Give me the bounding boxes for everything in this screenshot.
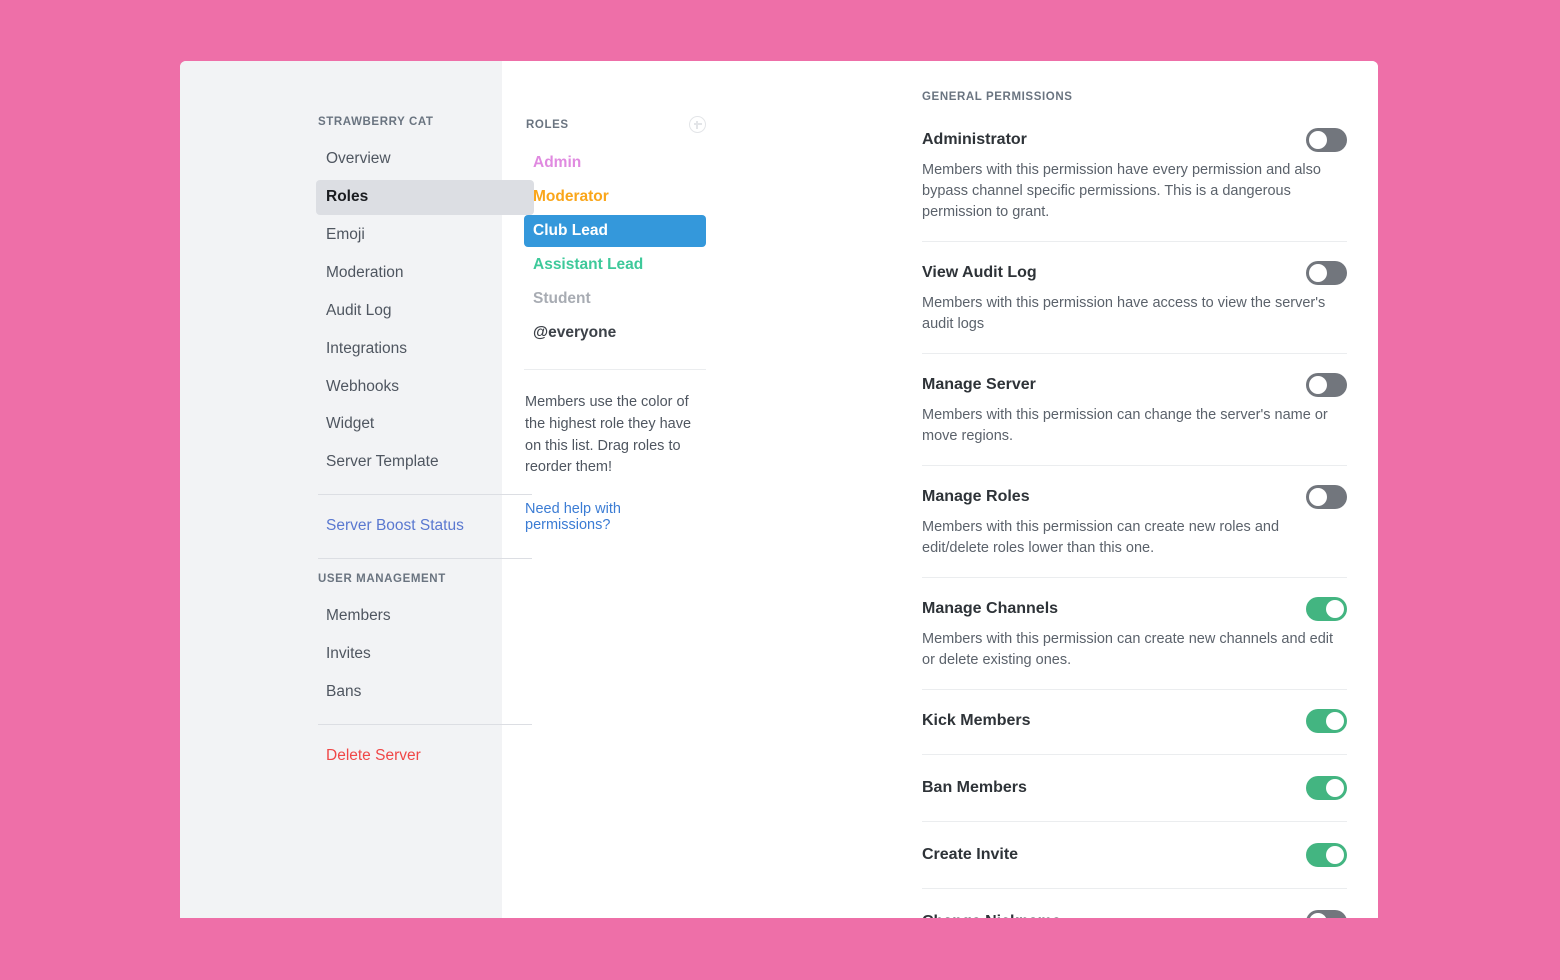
sidebar-divider-3 [318,723,532,725]
toggle-knob [1309,488,1327,507]
permission-row-header: Manage Roles [922,484,1347,510]
permission-name: Change Nickname [922,912,1061,918]
sidebar-divider-1 [318,494,532,496]
permission-name: Create Invite [922,845,1019,863]
toggle-knob [1309,131,1327,149]
permissions-title: GENERAL PERMISSIONS [922,91,1073,103]
permission-name: Kick Members [922,711,1031,729]
permission-toggle[interactable] [1306,373,1347,398]
sidebar-item-members[interactable]: Members [316,599,534,634]
permission-toggle[interactable] [1306,910,1347,918]
role-item-admin[interactable]: Admin [524,147,706,179]
toggle-knob [1326,846,1344,865]
permission-description: Members with this permission can create … [922,519,1280,557]
permission-name: Ban Members [922,778,1027,796]
settings-sidebar: STRAWBERRY CAT Overview Roles Emoji Moderat… [180,61,534,918]
role-item-assistant-lead[interactable]: Assistant Lead [524,249,706,281]
permission-row: Create Invite [922,842,1347,890]
toggle-knob [1309,264,1327,283]
toggle-knob [1326,600,1344,619]
permission-description: Members with this permission can create … [922,631,1334,669]
sidebar-item-overview[interactable]: Overview [316,142,534,177]
sidebar-item-server-template[interactable]: Server Template [316,445,534,480]
permission-row-header: Change Nickname [922,909,1347,918]
permission-row-header: Ban Members [922,775,1347,801]
toggle-knob [1326,779,1344,798]
sidebar-user-management-label: USER MANAGEMENT [318,573,446,586]
sidebar-item-emoji[interactable]: Emoji [316,218,534,253]
permission-toggle[interactable] [1306,843,1347,868]
permissions-help-link[interactable]: Need help with permissions? [524,501,706,533]
permission-name: Administrator [922,130,1027,148]
permission-row-header: Manage Channels [922,596,1347,622]
sidebar-item-server-boost-status[interactable]: Server Boost Status [316,509,534,544]
permission-toggle[interactable] [1306,709,1347,734]
permission-toggle[interactable] [1306,261,1347,286]
role-item-club-lead[interactable]: Club Lead [524,215,706,247]
permission-toggle[interactable] [1306,128,1347,152]
permission-name: Manage Channels [922,599,1059,617]
plus-circle-icon[interactable] [689,116,706,133]
sidebar-item-integrations[interactable]: Integrations [316,332,534,367]
roles-divider [524,369,706,370]
sidebar-item-roles[interactable]: Roles [316,179,534,215]
sidebar-section-label: STRAWBERRY CAT [318,116,434,128]
sidebar-item-widget[interactable]: Widget [316,407,534,442]
sidebar-item-bans[interactable]: Bans [316,675,534,710]
permission-name: Manage Server [922,375,1036,393]
permission-description: Members with this permission have every … [922,162,1321,221]
permission-row-header: Administrator [922,127,1347,153]
permission-name: Manage Roles [922,487,1030,505]
sidebar-item-invites[interactable]: Invites [316,637,534,672]
permissions-panel: GENERAL PERMISSIONS Administrator Members… [740,61,1378,918]
role-item-student[interactable]: Student [524,283,706,315]
sidebar-user-nav: Members Invites Bans [316,599,534,710]
role-item-everyone[interactable]: @everyone [524,317,706,349]
permission-description: Members with this permission have access… [922,295,1326,333]
role-item-moderator[interactable]: Moderator [524,181,706,213]
sidebar-item-webhooks[interactable]: Webhooks [316,370,534,405]
permission-name: View Audit Log [922,263,1037,281]
sidebar-item-delete-server[interactable]: Delete Server [316,739,534,774]
permission-row-header: View Audit Log [922,260,1347,286]
permission-row-header: Create Invite [922,842,1347,868]
permission-row: Manage Roles Members with this permission… [922,484,1347,579]
toggle-knob [1309,913,1327,918]
permission-row: Ban Members [922,775,1347,823]
roles-note: Members use the color of the highest rol… [525,394,692,476]
permission-row-header: Kick Members [922,708,1347,734]
permission-row: View Audit Log Members with this permissi… [922,260,1347,355]
permission-description: Members with this permission can change … [922,407,1328,445]
sidebar-item-audit-log[interactable]: Audit Log [316,294,534,329]
permission-row: Manage Channels Members with this permiss… [922,596,1347,691]
permission-row: Kick Members [922,708,1347,756]
sidebar-item-moderation[interactable]: Moderation [316,256,534,291]
permissions-list: Administrator Members with this permissio… [922,127,1347,918]
roles-column: ROLES Admin Moderator Club Lead Assistant L… [502,61,740,918]
permission-row-header: Manage Server [922,372,1347,398]
toggle-knob [1326,712,1344,731]
permission-toggle[interactable] [1306,776,1347,801]
permission-row: Change NicknameMembers with this permiss… [922,909,1347,918]
server-settings-modal: STRAWBERRY CAT Overview Roles Emoji Moderat… [180,61,1378,918]
roles-header: ROLES [524,116,706,133]
roles-list: Admin Moderator Club Lead Assistant Lead Stu… [524,147,706,349]
permission-row: Administrator Members with this permissio… [922,127,1347,243]
toggle-knob [1309,376,1327,395]
permission-row: Manage Server Members with this permissio… [922,372,1347,467]
permission-toggle[interactable] [1306,597,1347,622]
sidebar-divider-2 [318,558,532,560]
sidebar-nav: Overview Roles Emoji Moderation Audit Log Int… [316,142,534,480]
permission-toggle[interactable] [1306,485,1347,510]
